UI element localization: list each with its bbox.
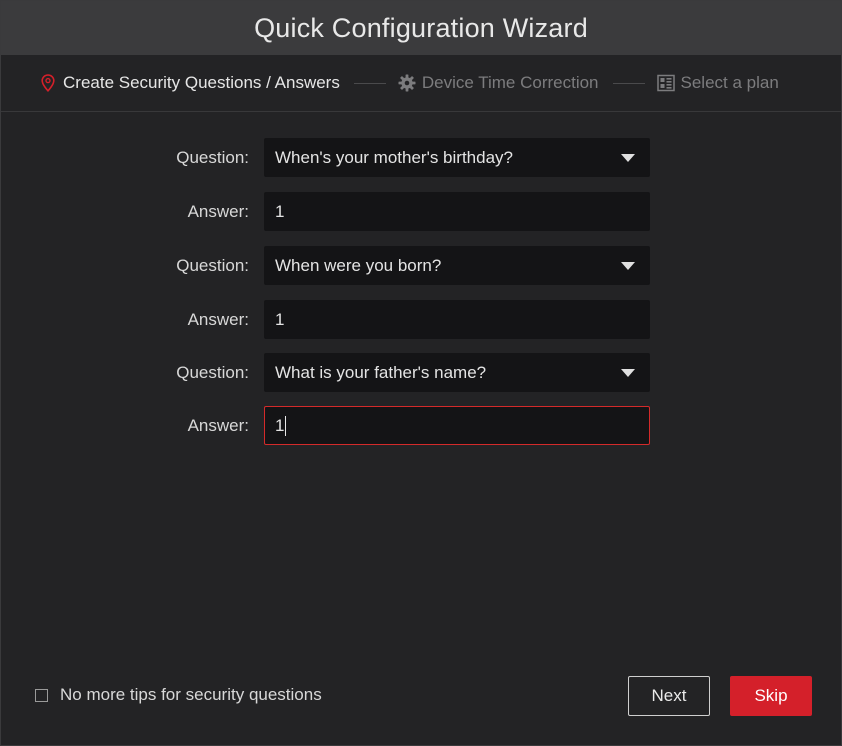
answer-row-2: Answer: 1 xyxy=(1,300,841,340)
answer-label: Answer: xyxy=(187,202,249,221)
title-bar: Quick Configuration Wizard xyxy=(1,1,841,55)
answer-input-3[interactable]: 1 xyxy=(264,406,650,445)
text-cursor xyxy=(285,415,287,436)
question-select-1[interactable]: When's your mother's birthday? xyxy=(264,138,650,177)
plan-grid-icon xyxy=(656,74,675,92)
step-connector xyxy=(612,82,645,84)
step-label: Create Security Questions / Answers xyxy=(63,73,340,92)
question-select-2[interactable]: When were you born? xyxy=(264,246,650,285)
location-pin-icon xyxy=(39,74,57,92)
no-more-tips-label: No more tips for security questions xyxy=(60,685,322,704)
question-row-1: Question: When's your mother's birthday? xyxy=(1,138,841,178)
chevron-down-icon xyxy=(621,154,635,162)
answer-row-1: Answer: 1 xyxy=(1,192,841,232)
window-title: Quick Configuration Wizard xyxy=(254,12,588,43)
answer-label: Answer: xyxy=(187,310,249,329)
no-more-tips-checkbox[interactable] xyxy=(35,688,48,702)
step-connector xyxy=(353,82,386,84)
question-row-3: Question: What is your father's name? xyxy=(1,353,841,393)
chevron-down-icon xyxy=(621,262,635,270)
question-select-value: When were you born? xyxy=(275,256,442,275)
step-device-time-correction: Device Time Correction xyxy=(398,73,599,93)
question-select-value: When's your mother's birthday? xyxy=(275,148,513,167)
question-select-value: What is your father's name? xyxy=(275,363,487,382)
answer-value: 1 xyxy=(275,310,285,329)
question-label: Question: xyxy=(176,148,249,167)
quick-config-wizard-window: Quick Configuration Wizard Create Securi… xyxy=(0,0,842,746)
wizard-steps: Create Security Questions / Answers Devi… xyxy=(1,55,841,112)
answer-value: 1 xyxy=(275,416,285,435)
answer-label: Answer: xyxy=(187,416,249,435)
chevron-down-icon xyxy=(621,369,635,377)
question-select-3[interactable]: What is your father's name? xyxy=(264,353,650,392)
question-label: Question: xyxy=(176,363,249,382)
step-select-plan: Select a plan xyxy=(656,73,779,93)
gear-icon xyxy=(398,74,416,92)
answer-value: 1 xyxy=(275,202,285,221)
answer-row-3: Answer: 1 xyxy=(1,406,841,446)
next-button[interactable]: Next xyxy=(628,676,710,716)
step-label: Device Time Correction xyxy=(421,73,599,92)
question-label: Question: xyxy=(176,256,249,275)
skip-button[interactable]: Skip xyxy=(730,676,812,716)
answer-input-2[interactable]: 1 xyxy=(264,300,650,339)
step-label: Select a plan xyxy=(680,73,779,92)
step-security-questions: Create Security Questions / Answers xyxy=(39,73,340,93)
answer-input-1[interactable]: 1 xyxy=(264,192,650,231)
question-row-2: Question: When were you born? xyxy=(1,246,841,286)
no-more-tips-option[interactable]: No more tips for security questions xyxy=(35,685,322,705)
